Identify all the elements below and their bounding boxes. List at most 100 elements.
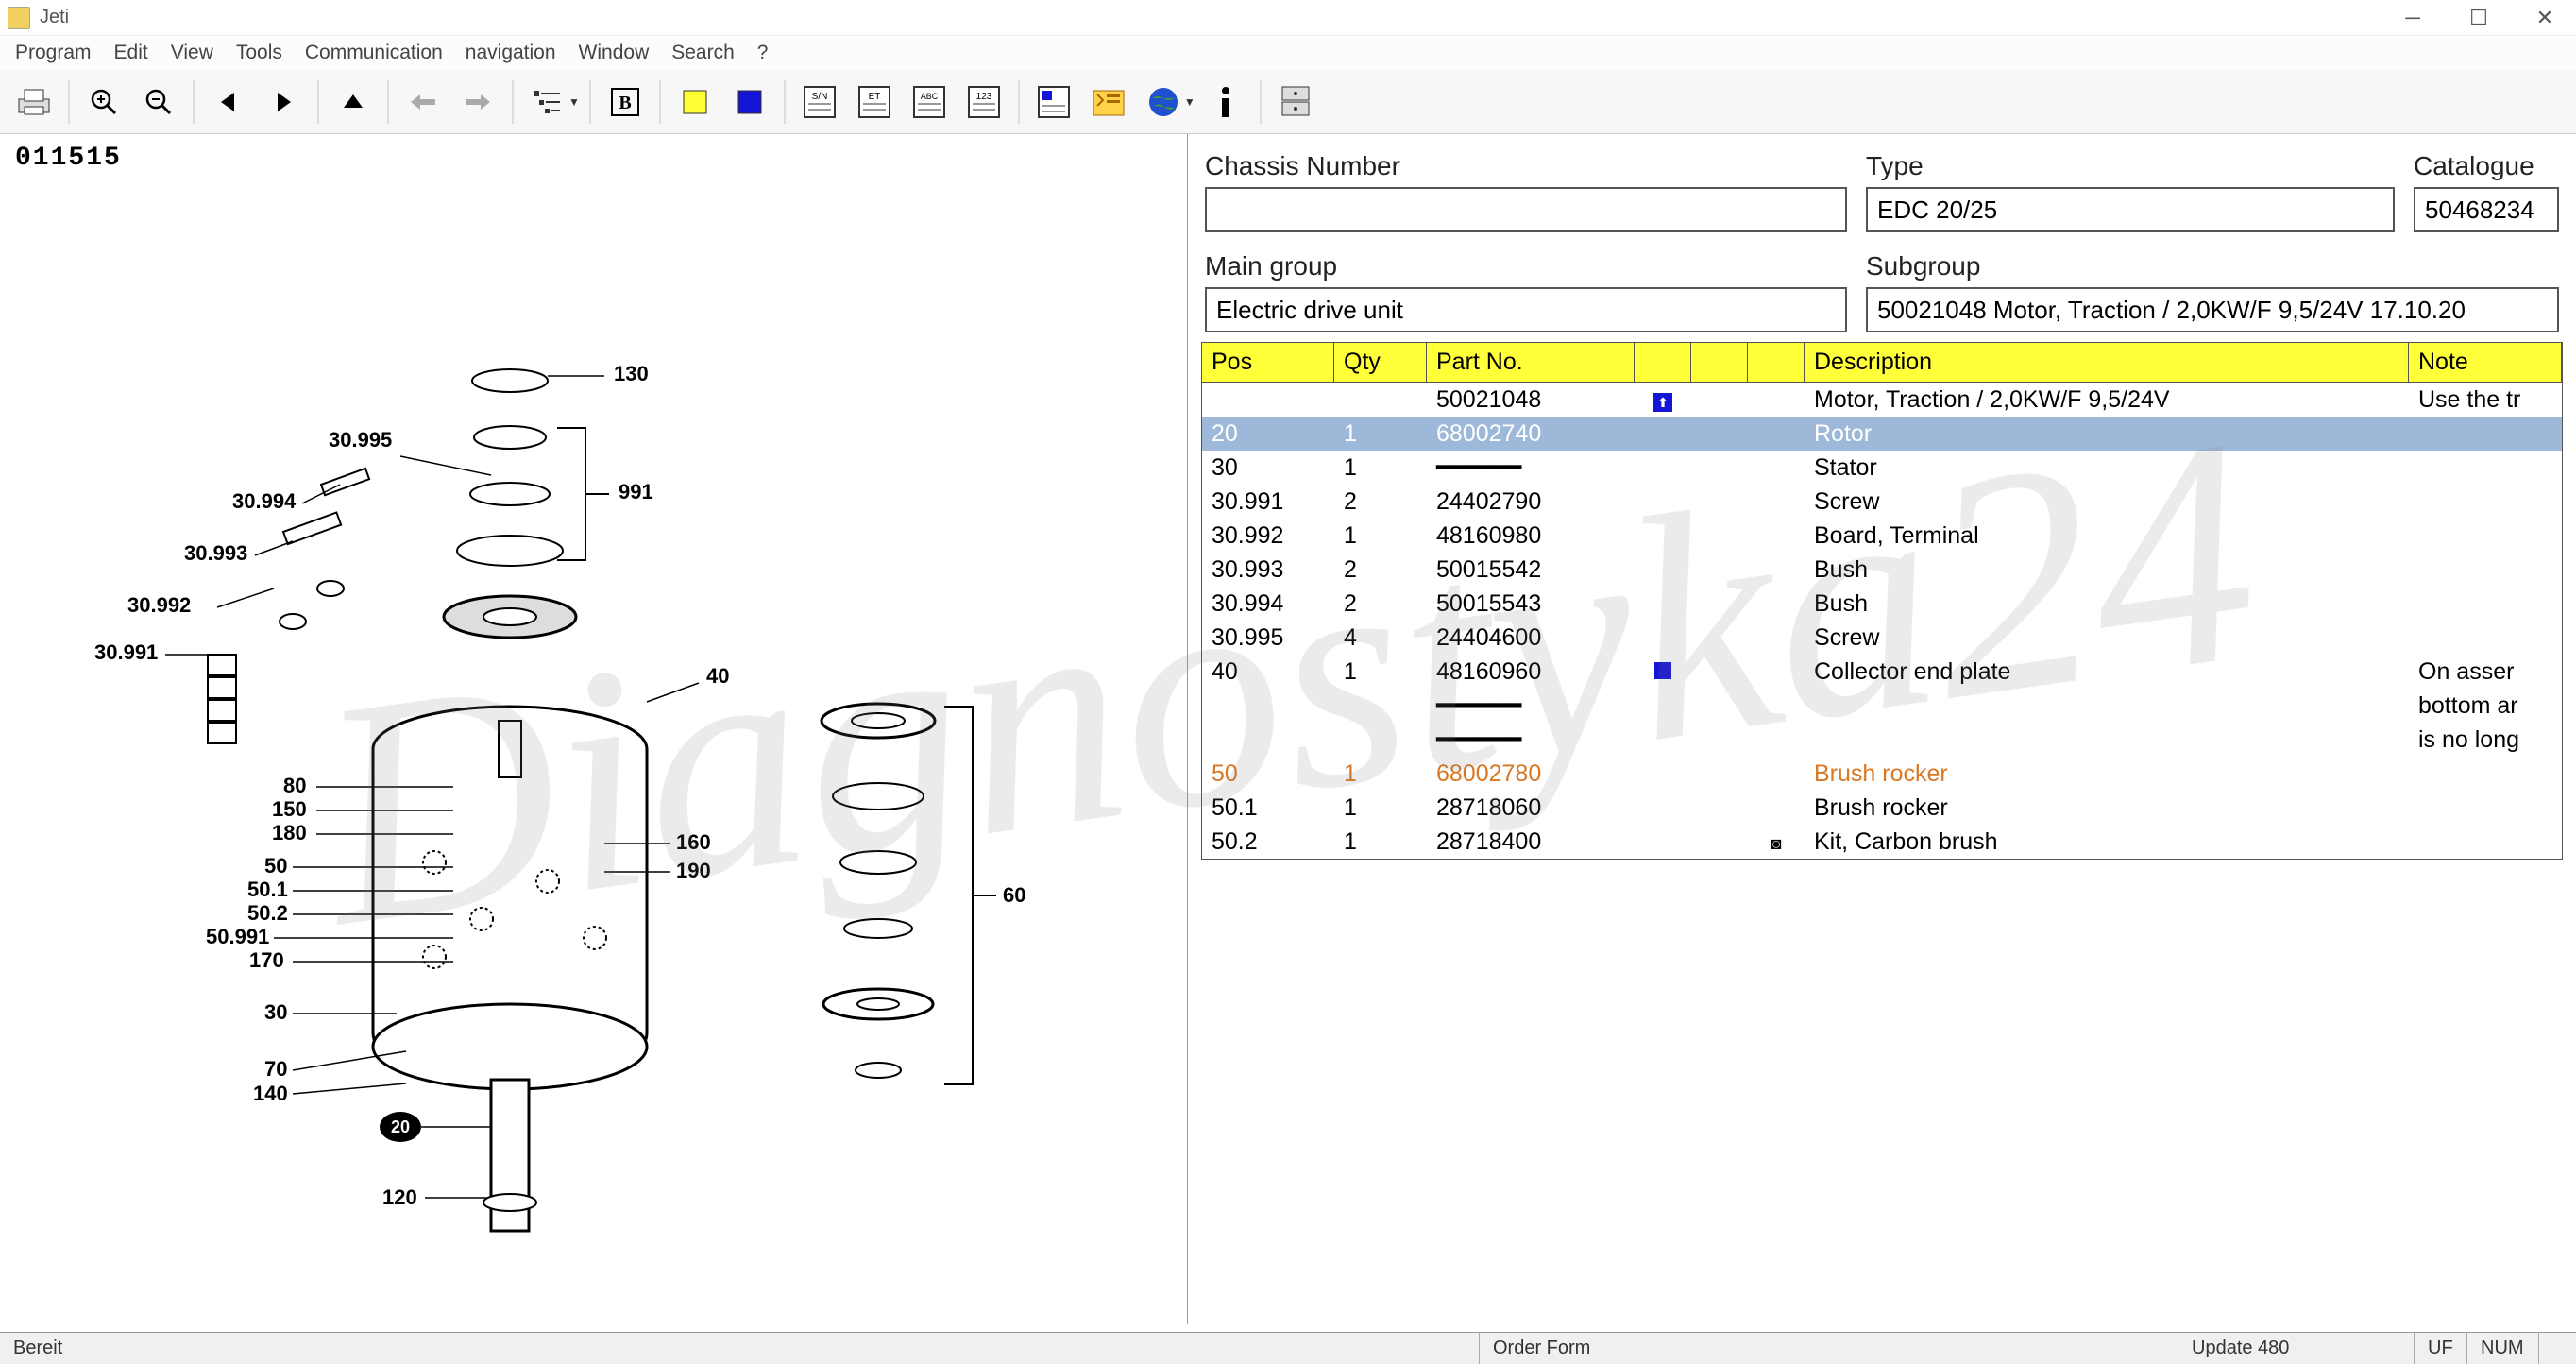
status-bar: Bereit Order Form Update 480 UF NUM (0, 1332, 2576, 1364)
title-bar: Jeti ─ ☐ ✕ (0, 0, 2576, 36)
table-row[interactable]: 50021048⬆Motor, Traction / 2,0KW/F 9,5/2… (1202, 383, 2562, 417)
menu-bar: Program Edit View Tools Communication na… (0, 36, 2576, 70)
app-icon (8, 7, 30, 29)
svg-text:123: 123 (976, 92, 992, 102)
table-row[interactable]: 30.991224402790Screw (1202, 485, 2562, 519)
status-ready: Bereit (0, 1338, 76, 1359)
header-icon2[interactable] (1691, 343, 1748, 382)
info-button[interactable] (1201, 77, 1250, 127)
svg-text:30.992: 30.992 (127, 593, 191, 617)
tree-dropdown[interactable]: ▼ (523, 77, 580, 127)
header-note[interactable]: Note (2409, 343, 2562, 382)
history-forward-button[interactable] (453, 77, 502, 127)
123-button[interactable]: 123 (959, 77, 1008, 127)
table-row[interactable]: 50.1128718060Brush rocker (1202, 791, 2562, 825)
chassis-input[interactable] (1205, 187, 1847, 232)
menu-view[interactable]: View (171, 42, 213, 64)
table-row[interactable]: ━━━━━━bottom ar (1202, 689, 2562, 723)
print-button[interactable] (9, 77, 59, 127)
subgroup-input[interactable]: 50021048 Motor, Traction / 2,0KW/F 9,5/2… (1866, 287, 2559, 332)
table-row[interactable]: ━━━━━━is no long (1202, 723, 2562, 757)
status-uf: UF (2414, 1333, 2466, 1364)
menu-communication[interactable]: Communication (305, 42, 443, 64)
menu-window[interactable]: Window (579, 42, 650, 64)
toolbar: ▼ B S/N ET ABC 123 ▼ (0, 70, 2576, 134)
table-row[interactable]: 40148160960Collector end plateOn asser (1202, 655, 2562, 689)
table-row[interactable]: 30.992148160980Board, Terminal (1202, 519, 2562, 553)
header-pos[interactable]: Pos (1202, 343, 1334, 382)
menu-help[interactable]: ? (757, 42, 769, 64)
svg-text:30: 30 (264, 1000, 287, 1024)
maingroup-label: Main group (1205, 251, 1847, 281)
color-yellow-button[interactable] (670, 77, 720, 127)
zoom-in-button[interactable] (79, 77, 128, 127)
close-button[interactable]: ✕ (2521, 4, 2568, 32)
content-area: 011515 (0, 134, 2576, 1324)
zoom-out-button[interactable] (134, 77, 183, 127)
svg-text:30.994: 30.994 (232, 489, 297, 513)
svg-text:130: 130 (614, 362, 649, 385)
svg-text:ET: ET (869, 92, 881, 102)
header-partno[interactable]: Part No. (1427, 343, 1635, 382)
svg-text:B: B (619, 93, 631, 113)
chassis-label: Chassis Number (1205, 151, 1847, 181)
header-desc[interactable]: Description (1805, 343, 2409, 382)
svg-text:50: 50 (264, 854, 287, 878)
menu-navigation[interactable]: navigation (466, 42, 556, 64)
svg-text:30.991: 30.991 (94, 640, 158, 664)
menu-edit[interactable]: Edit (114, 42, 148, 64)
menu-search[interactable]: Search (671, 42, 735, 64)
table-row[interactable]: 50.2128718400◙Kit, Carbon brush (1202, 825, 2562, 859)
status-orderform[interactable]: Order Form (1479, 1333, 2178, 1364)
table-row[interactable]: 50168002780Brush rocker (1202, 757, 2562, 791)
exploded-diagram[interactable]: 20 (0, 182, 1187, 1297)
status-num: NUM (2466, 1333, 2538, 1364)
info-fields: Chassis Number Type EDC 20/25 Catalogue … (1188, 134, 2576, 342)
status-empty (2538, 1333, 2576, 1364)
order-button[interactable] (1084, 77, 1133, 127)
svg-text:ABC: ABC (921, 92, 939, 101)
svg-text:160: 160 (676, 830, 711, 854)
diagram-id: 011515 (0, 134, 1187, 182)
maximize-button[interactable]: ☐ (2455, 4, 2502, 32)
svg-text:120: 120 (382, 1185, 417, 1209)
menu-tools[interactable]: Tools (236, 42, 282, 64)
archive-button[interactable] (1271, 77, 1320, 127)
header-icon3[interactable] (1748, 343, 1805, 382)
svg-text:50.1: 50.1 (247, 878, 288, 901)
svg-text:30.993: 30.993 (184, 541, 247, 565)
color-blue-button[interactable] (725, 77, 774, 127)
svg-text:60: 60 (1003, 883, 1025, 907)
abc-button[interactable]: ABC (905, 77, 954, 127)
table-row[interactable]: 30.994250015543Bush (1202, 587, 2562, 621)
globe-dropdown[interactable]: ▼ (1139, 77, 1195, 127)
bold-button[interactable]: B (601, 77, 650, 127)
nav-back-button[interactable] (204, 77, 253, 127)
minimize-button[interactable]: ─ (2389, 4, 2436, 32)
header-icon1[interactable] (1635, 343, 1691, 382)
catalogue-label: Catalogue (2414, 151, 2559, 181)
picture-button[interactable] (1029, 77, 1078, 127)
table-row[interactable]: 20168002740Rotor (1202, 417, 2562, 451)
type-input[interactable]: EDC 20/25 (1866, 187, 2395, 232)
menu-program[interactable]: Program (15, 42, 92, 64)
svg-text:80: 80 (283, 774, 306, 797)
history-back-button[interactable] (398, 77, 448, 127)
et-button[interactable]: ET (850, 77, 899, 127)
nav-forward-button[interactable] (259, 77, 308, 127)
header-qty[interactable]: Qty (1334, 343, 1427, 382)
subgroup-label: Subgroup (1866, 251, 2559, 281)
svg-text:30.995: 30.995 (329, 428, 392, 452)
type-label: Type (1866, 151, 2395, 181)
catalogue-input[interactable]: 50468234 (2414, 187, 2559, 232)
svg-text:70: 70 (264, 1057, 287, 1081)
table-row[interactable]: 30.995424404600Screw (1202, 621, 2562, 655)
sn-button[interactable]: S/N (795, 77, 844, 127)
table-row[interactable]: 301━━━━━━Stator (1202, 451, 2562, 485)
svg-text:50.991: 50.991 (206, 925, 269, 948)
window-controls: ─ ☐ ✕ (2389, 4, 2568, 32)
table-row[interactable]: 30.993250015542Bush (1202, 553, 2562, 587)
diagram-pane: 011515 (0, 134, 1188, 1324)
maingroup-input[interactable]: Electric drive unit (1205, 287, 1847, 332)
nav-up-button[interactable] (329, 77, 378, 127)
